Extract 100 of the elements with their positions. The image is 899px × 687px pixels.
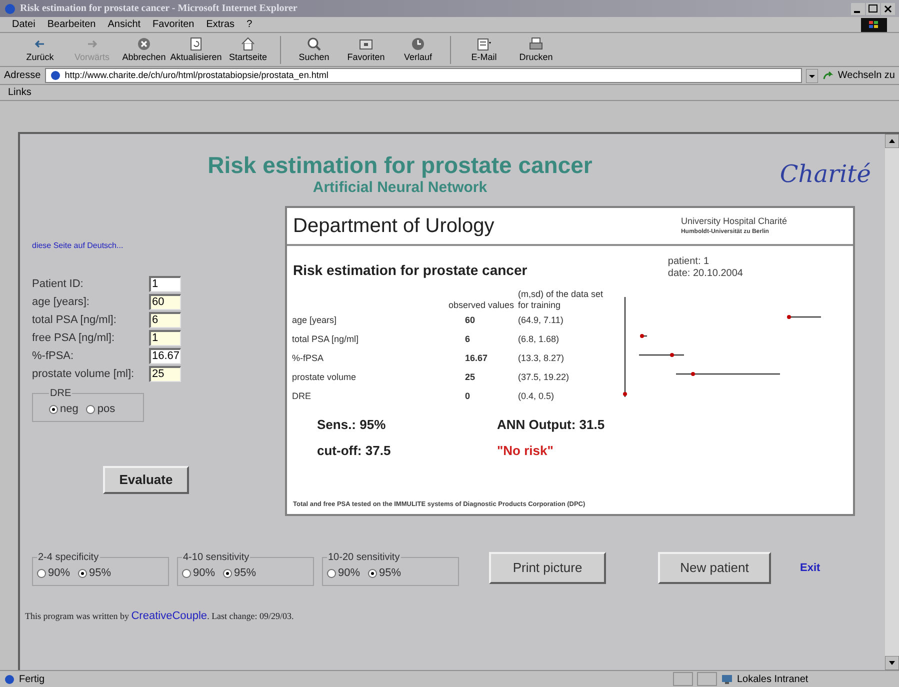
input-field[interactable]: 60 — [149, 294, 181, 310]
dropdown-icon[interactable] — [806, 68, 818, 82]
patient-number: patient: 1 — [668, 256, 710, 268]
minimize-icon[interactable] — [851, 2, 865, 14]
toolbar-button[interactable]: Favoriten — [342, 34, 390, 66]
radio-option[interactable]: 90% — [182, 565, 216, 582]
field-label: age [years]: — [32, 294, 90, 310]
sensitivity-result: Sens.: 95% — [317, 416, 387, 434]
home-icon — [240, 36, 256, 52]
radio-option[interactable]: 95% — [368, 565, 402, 582]
observed-value: 25 — [465, 372, 476, 382]
stop-icon — [136, 36, 152, 52]
radio-icon[interactable] — [78, 568, 88, 578]
field-label: total PSA [ng/ml]: — [32, 312, 118, 328]
evaluate-button[interactable]: Evaluate — [103, 466, 189, 494]
report-title: Risk estimation for prostate cancer — [293, 261, 528, 280]
menu-item[interactable]: Ansicht — [108, 17, 141, 32]
ann-output: ANN Output: 31.5 — [497, 416, 606, 434]
address-field[interactable]: http://www.charite.de/ch/uro/html/prostatabiopsie/prostata_en.html — [44, 68, 802, 83]
footer-text: This program was written by CreativeCouple. Last change: 09/29/03. — [25, 608, 295, 624]
zone-text: Lokales Intranet — [737, 672, 808, 686]
close-icon[interactable] — [881, 2, 895, 14]
go-arrow-icon — [822, 70, 834, 82]
menu-item[interactable]: Favoriten — [152, 17, 194, 32]
print-icon — [528, 36, 544, 52]
column-header: (m,sd) of the data set for training — [517, 289, 604, 311]
menu-item[interactable]: Datei — [12, 17, 36, 32]
menu-item[interactable]: ? — [246, 17, 252, 32]
training-value: (6.8, 1.68) — [517, 332, 560, 346]
language-link[interactable]: diese Seite auf Deutsch... — [32, 240, 285, 252]
radio-option[interactable]: neg — [49, 401, 78, 418]
address-label: Adresse — [4, 69, 41, 83]
new-patient-button[interactable]: New patient — [658, 552, 771, 584]
observed-value: 0 — [465, 390, 470, 401]
observed-value: 16.67 — [465, 352, 488, 363]
radio-icon[interactable] — [327, 568, 336, 578]
status-text: Fertig — [19, 672, 46, 686]
scroll-up-icon[interactable] — [885, 134, 899, 148]
toolbar-button[interactable]: Suchen — [290, 34, 338, 66]
column-header: observed values — [447, 300, 515, 311]
group-legend: 4-10 sensitivity — [182, 550, 250, 565]
row-label: %-fPSA — [292, 352, 325, 365]
training-value: (37.5, 19.22) — [517, 370, 570, 384]
risk-verdict: "No risk" — [497, 442, 554, 460]
maximize-icon[interactable] — [866, 2, 880, 14]
row-label: DRE — [292, 390, 312, 403]
group-legend: DRE — [49, 386, 72, 401]
observed-value: 6 — [465, 334, 470, 344]
logo: Charité — [780, 159, 871, 190]
radio-icon[interactable] — [182, 568, 191, 578]
input-field[interactable]: 1 — [149, 330, 181, 346]
history-icon — [410, 36, 426, 52]
input-field[interactable]: 25 — [149, 366, 181, 382]
author-link[interactable]: CreativeCouple — [131, 610, 208, 622]
radio-option[interactable]: pos — [86, 401, 116, 418]
toolbar-button[interactable]: Zurück — [16, 34, 64, 66]
field-label: prostate volume [ml]: — [32, 366, 136, 382]
exit-link[interactable]: Exit — [800, 560, 820, 576]
mail-icon — [476, 36, 492, 52]
row-label: age [years] — [292, 314, 338, 327]
radio-option[interactable]: 90% — [327, 565, 360, 582]
row-label: total PSA [ng/ml] — [292, 332, 360, 346]
input-field[interactable]: 1 — [149, 276, 181, 292]
report-date: date: 20.10.2004 — [668, 268, 743, 280]
observed-value: 60 — [465, 314, 476, 325]
field-label: %-fPSA: — [32, 348, 75, 364]
refresh-icon — [188, 36, 204, 52]
browser-logo-icon — [861, 18, 887, 32]
page-title: Risk estimation for prostate cancer — [208, 152, 592, 178]
toolbar-button[interactable]: Aktualisieren — [172, 34, 220, 66]
radio-icon[interactable] — [49, 404, 58, 414]
page-icon — [50, 70, 61, 81]
radio-icon[interactable] — [86, 404, 96, 414]
radio-option[interactable]: 90% — [37, 565, 70, 582]
radio-icon[interactable] — [368, 568, 378, 578]
radio-option[interactable]: 95% — [78, 565, 112, 582]
toolbar-button[interactable]: Abbrechen — [120, 34, 168, 66]
radio-icon[interactable] — [37, 568, 46, 578]
radio-icon[interactable] — [223, 568, 232, 578]
training-value: (0.4, 0.5) — [517, 390, 556, 403]
radio-option[interactable]: 95% — [223, 565, 256, 582]
toolbar-button[interactable]: Verlauf — [394, 34, 442, 66]
scroll-down-icon[interactable] — [885, 656, 899, 670]
toolbar-button[interactable]: Startseite — [224, 34, 272, 66]
group-legend: 2-4 specificity — [37, 550, 100, 565]
intranet-icon — [721, 674, 733, 684]
menu-item[interactable]: Extras — [206, 17, 235, 32]
go-button[interactable]: Wechseln zu — [838, 68, 895, 83]
menu-item[interactable]: Bearbeiten — [47, 17, 96, 32]
toolbar-button[interactable]: Drucken — [512, 34, 560, 66]
input-field[interactable]: 6 — [149, 312, 181, 328]
browser-icon — [4, 2, 16, 14]
page-subtitle: Artificial Neural Network — [312, 178, 488, 198]
input-field[interactable]: 16.67 — [149, 348, 181, 364]
links-bar[interactable]: Links — [8, 85, 32, 100]
scrollbar[interactable] — [885, 134, 899, 670]
toolbar-button[interactable]: E-Mail — [460, 34, 508, 66]
field-label: free PSA [ng/ml]: — [32, 330, 116, 346]
group-legend: 10-20 sensitivity — [327, 550, 401, 565]
print-button[interactable]: Print picture — [489, 552, 606, 584]
